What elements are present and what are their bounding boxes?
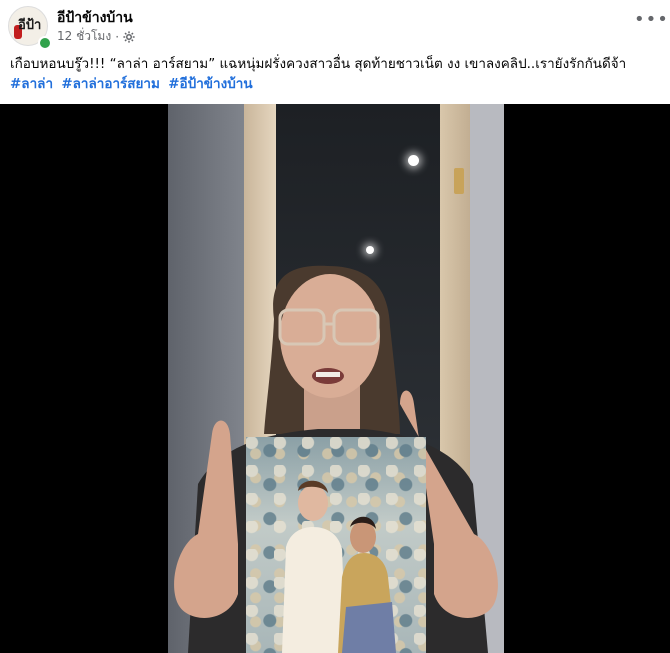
hashtag-link[interactable]: #ลาล่าอาร์สยาม — [61, 76, 160, 92]
facebook-post: อีป้า อีป้าข้างบ้าน 12 ชั่วโมง · ••• เกื… — [0, 0, 670, 653]
more-horizontal-icon[interactable]: ••• — [634, 11, 668, 32]
video-frame — [168, 104, 504, 653]
hashtag-link[interactable]: #ลาล่า — [10, 76, 53, 92]
post-header: อีป้า อีป้าข้างบ้าน 12 ชั่วโมง · ••• — [0, 0, 670, 50]
meta-separator: · — [115, 29, 120, 44]
page-name-link[interactable]: อีป้าข้างบ้าน — [57, 7, 133, 29]
post-meta: 12 ชั่วโมง · — [57, 27, 135, 46]
post-video[interactable] — [0, 104, 670, 653]
gear-icon[interactable] — [123, 30, 135, 43]
inset-photo — [246, 437, 426, 653]
online-status-dot — [38, 36, 52, 50]
couple-figures — [282, 480, 396, 653]
post-caption: เกือบหอนบรู๊ว!!! “ลาล่า อาร์สยาม” แฉหนุ่… — [10, 56, 627, 72]
post-timestamp[interactable]: 12 ชั่วโมง — [57, 27, 111, 46]
avatar-logo-text: อีป้า — [18, 18, 42, 33]
hashtag-list: #ลาล่า #ลาล่าอาร์สยาม #อีป้าข้างบ้าน — [10, 74, 257, 94]
hashtag-link[interactable]: #อีป้าข้างบ้าน — [168, 76, 252, 92]
